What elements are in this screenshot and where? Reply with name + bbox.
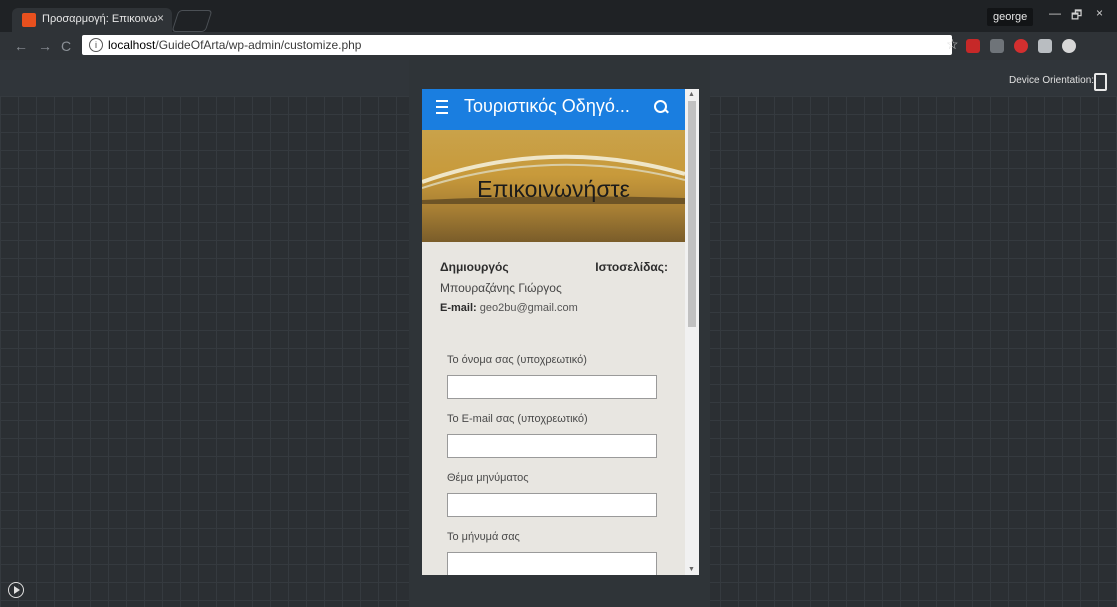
hero-banner: Επικοινωνήστε <box>422 130 685 242</box>
address-bar[interactable]: i localhost/GuideOfArta/wp-admin/customi… <box>82 35 952 55</box>
email-label: E-mail: <box>440 302 477 314</box>
extension-icon-5[interactable] <box>1062 39 1076 53</box>
subject-label: Θέμα μηνύματος <box>447 472 529 484</box>
minimize-button[interactable]: — <box>1049 6 1061 20</box>
name-input[interactable] <box>447 375 657 399</box>
new-tab-button[interactable] <box>171 10 213 32</box>
back-button[interactable]: ← <box>14 38 28 54</box>
device-orientation-label: Device Orientation: <box>1009 75 1095 86</box>
url-path: /GuideOfArta/wp-admin/customize.php <box>155 38 362 52</box>
user-button[interactable]: george <box>987 8 1034 26</box>
menu-icon[interactable] <box>436 100 448 114</box>
mobile-preview: Τουριστικός Οδηγό... Επικοινωνήστε Δημιο… <box>422 89 685 575</box>
scroll-thumb[interactable] <box>688 101 696 327</box>
phone-icon[interactable] <box>1094 73 1107 91</box>
extension-icon-4[interactable] <box>1038 39 1052 53</box>
url-host: localhost <box>108 38 156 52</box>
forward-button[interactable]: → <box>38 38 52 54</box>
message-textarea[interactable] <box>447 552 657 575</box>
hero-title: Επικοινωνήστε <box>477 176 630 202</box>
email-label: Το E-mail σας (υποχρεωτικό) <box>447 413 588 425</box>
info-icon[interactable]: i <box>89 38 103 52</box>
window-close-button[interactable]: × <box>1096 6 1103 20</box>
close-icon[interactable]: × <box>157 11 164 25</box>
creator-label: Δημιουργός <box>440 260 509 274</box>
creator-row: Δημιουργός Ιστοσελίδας: <box>440 260 668 278</box>
reload-button[interactable]: C <box>61 38 71 54</box>
site-title[interactable]: Τουριστικός Οδηγό... <box>464 96 630 117</box>
name-label: Το όνομα σας (υποχρεωτικό) <box>447 354 587 366</box>
extension-icon-1[interactable] <box>966 39 980 53</box>
play-icon[interactable] <box>8 582 24 598</box>
scroll-up-icon[interactable]: ▲ <box>688 91 695 98</box>
url-text: localhost/GuideOfArta/wp-admin/customize… <box>108 38 361 52</box>
preview-scrollbar[interactable]: ▲ ▼ <box>685 89 699 575</box>
extension-icon-3[interactable] <box>1014 39 1028 53</box>
tab-title: Προσαρμογή: Επικοινω <box>42 13 158 25</box>
favicon-icon <box>22 13 36 27</box>
star-icon[interactable]: ☆ <box>946 36 959 53</box>
scroll-down-icon[interactable]: ▼ <box>688 566 695 573</box>
email-input[interactable] <box>447 434 657 458</box>
restore-button[interactable]: 🗗 <box>1071 6 1082 27</box>
creator-name: Μπουραζάνης Γιώργος <box>440 281 562 295</box>
site-header: Τουριστικός Οδηγό... <box>422 89 685 130</box>
subject-input[interactable] <box>447 493 657 517</box>
search-icon[interactable] <box>654 100 667 113</box>
email-value[interactable]: geo2bu@gmail.com <box>480 302 578 314</box>
website-label: Ιστοσελίδας: <box>595 260 668 274</box>
message-label: Το μήνυμά σας <box>447 531 520 543</box>
extension-icon-2[interactable] <box>990 39 1004 53</box>
email-line: E-mail: geo2bu@gmail.com <box>440 302 578 314</box>
browser-toolbar: ← → C i localhost/GuideOfArta/wp-admin/c… <box>0 32 1117 60</box>
browser-tabbar: Προσαρμογή: Επικοινω × george — 🗗 × <box>0 0 1117 32</box>
browser-tab[interactable]: Προσαρμογή: Επικοινω × <box>12 8 172 32</box>
